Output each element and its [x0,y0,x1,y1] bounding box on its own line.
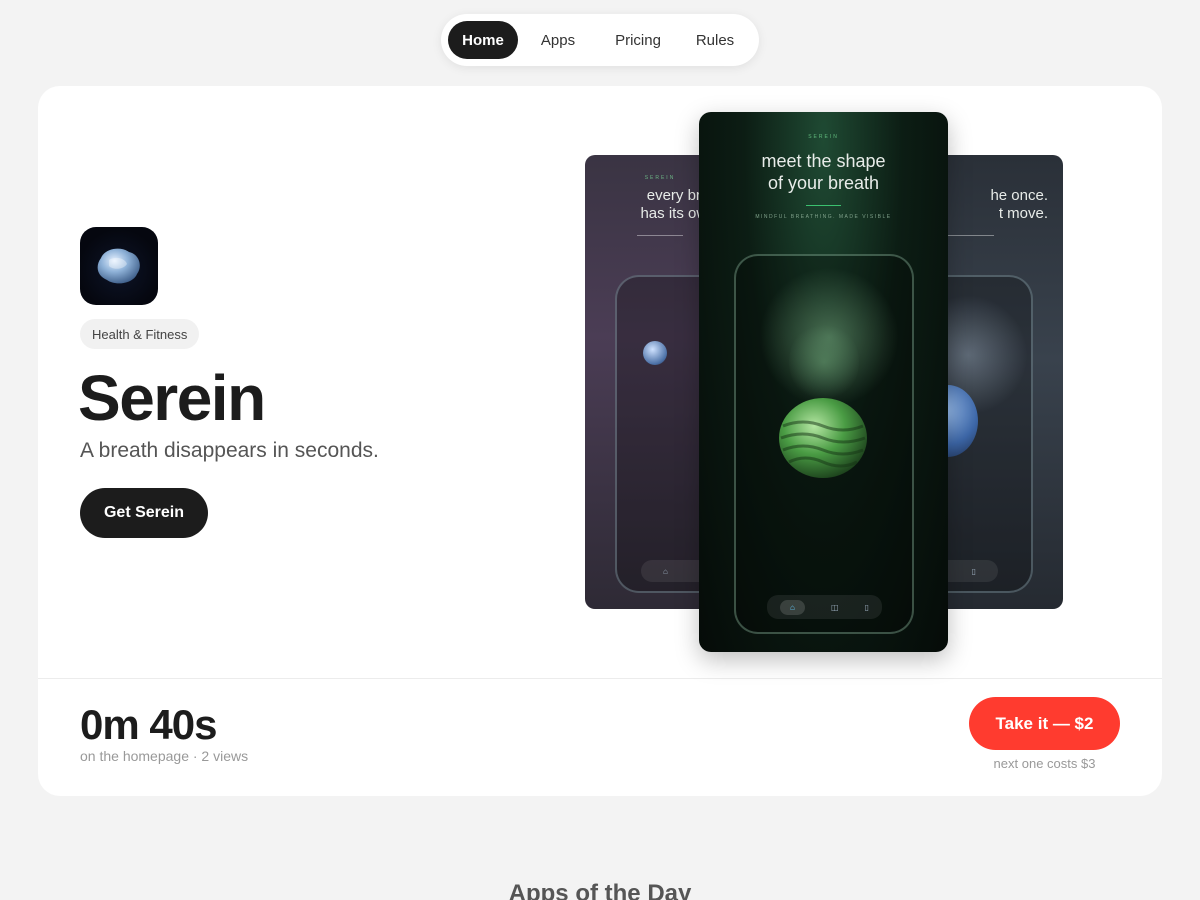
nav-rules[interactable]: Rules [678,21,752,59]
featured-app-card: Health & Fitness Serein A breath disappe… [38,86,1162,796]
app-tagline: A breath disappears in seconds. [80,439,379,462]
trash-icon: ▯ [971,566,976,576]
take-it-button[interactable]: Take it — $2 [969,697,1120,750]
trash-icon[interactable]: ▯ [865,603,869,612]
nav-pricing[interactable]: Pricing [598,21,678,59]
compare-icon[interactable]: ◫ [831,603,839,612]
accent-line [806,205,841,206]
category-badge[interactable]: Health & Fitness [80,319,200,349]
get-app-button[interactable]: Get Serein [80,488,208,538]
app-screenshot-center: SEREIN meet the shape of your breath MIN… [699,112,948,652]
screenshot-center-headline: meet the shape of your breath [761,151,886,193]
top-nav: Home Apps Pricing Rules [441,14,759,66]
apps-of-the-day-heading: Apps of the Day [508,880,692,900]
time-on-homepage: 0m 40s [80,701,217,748]
screen-brand-mark: SEREIN [808,134,839,140]
homepage-stats: on the homepage · 2 views [80,748,249,764]
app-title: Serein [78,362,266,434]
card-divider [38,678,1162,679]
mist-cloud [789,322,859,402]
serein-blob-icon[interactable] [80,227,158,305]
nav-apps[interactable]: Apps [518,21,598,59]
breath-sphere [779,398,867,478]
divider-line [948,235,994,236]
divider-line [637,235,683,236]
screenshot-center-sub: MINDFUL BREATHING. MADE VISIBLE [755,214,892,220]
next-cost-note: next one costs $3 [993,756,1096,771]
nav-home[interactable]: Home [448,21,518,59]
home-icon: ⌂ [663,566,668,576]
bottom-dock: ⌂ ◫ ▯ [767,595,882,619]
home-icon[interactable]: ⌂ [780,599,805,615]
mini-blob-icon [643,341,667,365]
